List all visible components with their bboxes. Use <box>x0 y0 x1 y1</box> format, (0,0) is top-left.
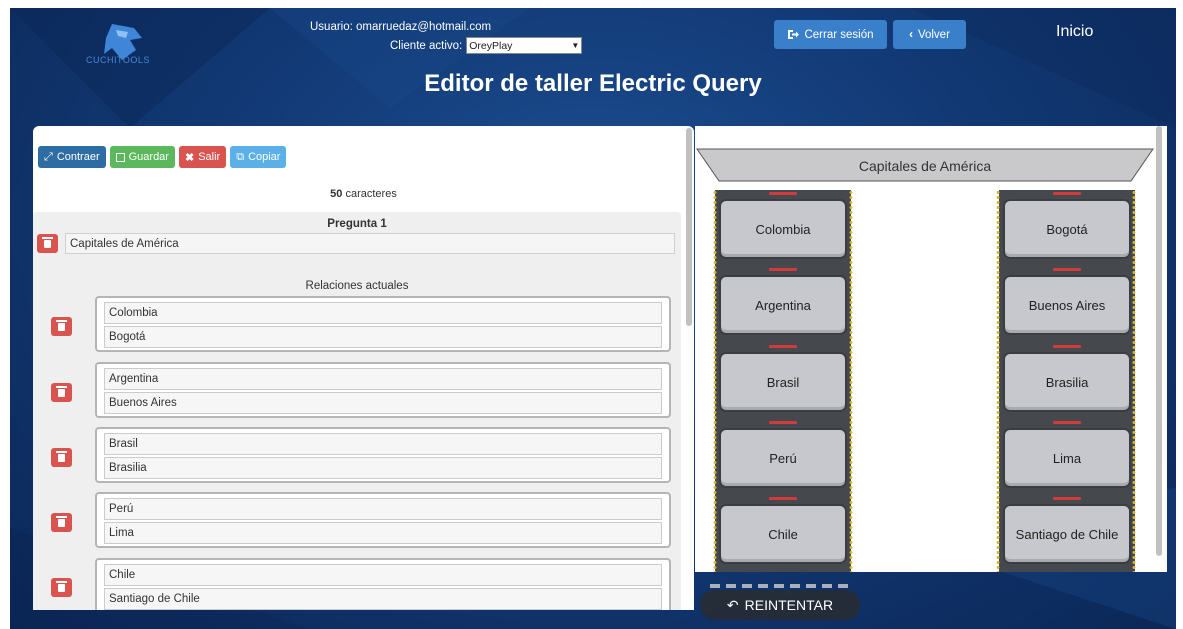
trash-icon <box>56 515 67 527</box>
left-card[interactable]: Brasil <box>719 352 847 412</box>
connector-mark <box>1053 421 1081 424</box>
relations-label: Relaciones actuales <box>305 280 409 292</box>
logout-label: Cerrar sesión <box>804 28 874 41</box>
exit-label: Salir <box>198 151 221 163</box>
left-card[interactable]: Perú <box>719 428 847 488</box>
left-card[interactable]: Colombia <box>719 199 847 259</box>
right-card[interactable]: Buenos Aires <box>1003 275 1131 335</box>
active-client: Cliente activo: OreyPlay ▼ <box>390 37 583 54</box>
trash-icon <box>56 450 67 462</box>
connector-mark <box>769 192 797 195</box>
delete-relation-button[interactable] <box>51 513 72 532</box>
editor-scrollbar[interactable] <box>686 128 692 326</box>
connector-mark <box>769 345 797 348</box>
connector-mark <box>1053 497 1081 500</box>
chevron-left-icon: ‹ <box>909 28 913 41</box>
exit-button[interactable]: ✖ Salir <box>178 146 227 168</box>
connector-mark <box>769 421 797 424</box>
relation-left-input[interactable]: Argentina <box>104 368 662 390</box>
delete-relation-button[interactable] <box>51 578 72 597</box>
copy-label: Copiar <box>248 151 281 163</box>
relation-left-input[interactable]: Colombia <box>104 302 662 324</box>
retry-button[interactable]: ↶ REINTENTAR <box>700 590 860 620</box>
relation-left-input[interactable]: Brasil <box>104 433 662 455</box>
reply-icon: ↶ <box>726 596 739 613</box>
retry-label: REINTENTAR <box>744 597 834 613</box>
collapse-button[interactable]: ⤢ Contraer <box>38 146 106 168</box>
save-label: Guardar <box>128 151 169 163</box>
sign-out-icon <box>788 30 800 39</box>
relation-item: Perú Lima <box>95 492 671 548</box>
retry-decoration <box>710 584 850 588</box>
logo-text: CUCHITOOLS <box>86 55 150 65</box>
close-icon: ✖ <box>184 151 195 164</box>
right-card[interactable]: Bogotá <box>1003 199 1131 259</box>
relation-right-input[interactable]: Buenos Aires <box>104 392 662 414</box>
user-email: Usuario: omarruedaz@hotmail.com <box>310 21 492 33</box>
trash-icon <box>56 580 67 592</box>
logout-button[interactable]: Cerrar sesión <box>774 20 887 49</box>
trash-icon <box>56 385 67 397</box>
left-card[interactable]: Argentina <box>719 275 847 335</box>
delete-relation-button[interactable] <box>51 317 72 336</box>
character-count: 50 caracteres <box>33 188 694 200</box>
connector-mark <box>769 497 797 500</box>
relation-right-input[interactable]: Brasilia <box>104 457 662 479</box>
relation-left-input[interactable]: Chile <box>104 564 662 586</box>
compress-icon: ⤢ <box>44 150 53 163</box>
strip-dots <box>996 190 1000 572</box>
relation-item: Colombia Bogotá <box>95 296 671 352</box>
floppy-icon <box>115 152 125 162</box>
relation-left-input[interactable]: Perú <box>104 498 662 520</box>
active-client-label: Cliente activo: <box>390 39 463 52</box>
editor-toolbar: ⤢ Contraer Guardar ✖ Salir ⧉ Copiar <box>38 146 287 168</box>
delete-question-button[interactable] <box>37 234 58 253</box>
connector-mark <box>1053 268 1081 271</box>
trash-icon <box>42 236 53 248</box>
chevron-down-icon: ▼ <box>571 41 580 50</box>
right-card[interactable]: Santiago de Chile <box>1003 504 1131 564</box>
home-link[interactable]: Inicio <box>1056 23 1093 41</box>
strip-dots <box>1132 190 1136 572</box>
editor-panel: ⤢ Contraer Guardar ✖ Salir ⧉ Copiar 50 c… <box>33 126 694 610</box>
save-button[interactable]: Guardar <box>109 146 175 168</box>
character-count-value: 50 <box>330 188 343 200</box>
right-card[interactable]: Brasilia <box>1003 352 1131 412</box>
character-count-unit: caracteres <box>345 188 397 200</box>
question-text-input[interactable]: Capitales de América <box>65 233 675 254</box>
strip-dots <box>713 190 717 572</box>
copy-icon: ⧉ <box>236 150 245 163</box>
preview-title: Capitales de América <box>858 158 992 174</box>
relation-right-input[interactable]: Lima <box>104 522 662 544</box>
right-card[interactable]: Lima <box>1003 428 1131 488</box>
connector-mark <box>1053 345 1081 348</box>
delete-relation-button[interactable] <box>51 448 72 467</box>
back-label: Volver <box>917 28 950 41</box>
client-select-value: OreyPlay <box>469 39 513 52</box>
question-well: Pregunta 1 Capitales de América Relacion… <box>33 212 681 610</box>
connector-mark <box>769 268 797 271</box>
relation-item: Argentina Buenos Aires <box>95 362 671 418</box>
relation-item: Brasil Brasilia <box>95 427 671 483</box>
relation-right-input[interactable]: Bogotá <box>104 326 662 348</box>
preview-scrollbar[interactable] <box>1156 126 1162 556</box>
page-title: Editor de taller Electric Query <box>424 70 762 97</box>
collapse-label: Contraer <box>56 151 100 163</box>
delete-relation-button[interactable] <box>51 383 72 402</box>
relation-right-input[interactable]: Santiago de Chile <box>104 588 662 610</box>
trash-icon <box>56 319 67 331</box>
connector-mark <box>1053 192 1081 195</box>
client-select[interactable]: OreyPlay ▼ <box>466 37 583 54</box>
question-title: Pregunta 1 <box>327 218 387 230</box>
copy-button[interactable]: ⧉ Copiar <box>230 146 287 168</box>
back-button[interactable]: ‹ Volver <box>893 20 966 49</box>
strip-dots <box>849 190 853 572</box>
left-card[interactable]: Chile <box>719 504 847 564</box>
relation-item: Chile Santiago de Chile <box>95 558 671 610</box>
preview-panel: Capitales de América Colombia Argentina … <box>695 126 1167 572</box>
